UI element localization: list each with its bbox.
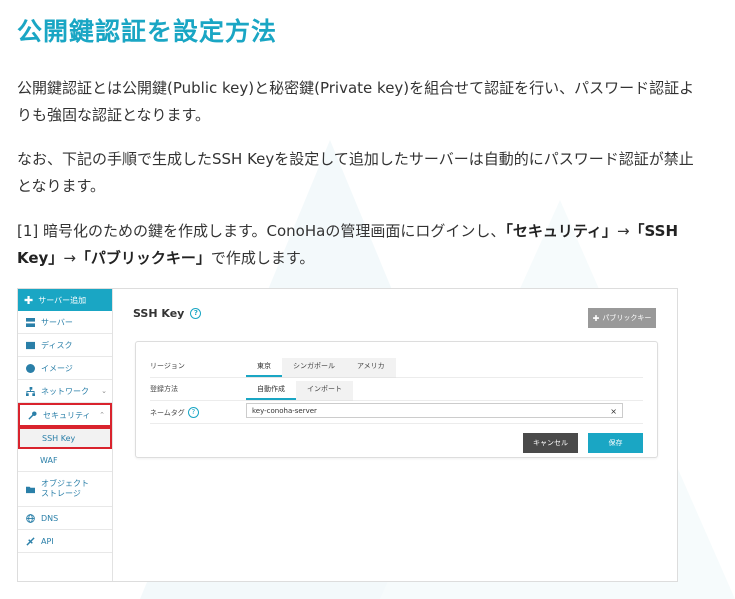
tab-region-america[interactable]: アメリカ	[346, 358, 396, 377]
panel-title: SSH Key ?	[133, 307, 202, 320]
folder-icon	[26, 486, 35, 493]
region-tabs: 東京 シンガポール アメリカ	[246, 358, 396, 378]
add-public-key-button[interactable]: ✚ パブリックキー	[588, 308, 656, 328]
sidebar-item-disk[interactable]: ディスク	[18, 334, 112, 357]
emphasis-publickey: 「パブリックキー」	[75, 249, 211, 267]
tab-method-import[interactable]: インポート	[296, 381, 353, 400]
plus-icon: ✚	[24, 293, 34, 307]
plus-icon: ✚	[592, 313, 600, 323]
sidebar-item-security[interactable]: セキュリティ ⌃	[18, 403, 112, 427]
sidebar-item-network[interactable]: ネットワーク ⌄	[18, 380, 112, 403]
sidebar-item-ssh-key[interactable]: SSH Key	[18, 427, 112, 449]
sidebar-item-dns[interactable]: DNS	[18, 507, 112, 530]
save-button[interactable]: 保存	[588, 433, 643, 453]
sidebar-item-object-storage[interactable]: オブジェクト ストレージ	[18, 472, 112, 507]
chevron-down-icon: ⌄	[101, 387, 107, 395]
paragraph-intro: 公開鍵認証とは公開鍵(Public key)と秘密鍵(Private key)を…	[17, 79, 695, 124]
method-row: 登録方法 自動作成 インポート	[150, 378, 643, 401]
disk-icon	[26, 341, 35, 349]
add-server-button[interactable]: ✚ サーバー追加	[18, 289, 112, 311]
globe-icon	[26, 513, 35, 523]
help-icon[interactable]: ?	[187, 407, 199, 418]
help-icon[interactable]: ?	[190, 308, 202, 319]
paragraph-step1: [1] 暗号化のための鍵を作成します。ConoHaの管理画面にログインし、「セキ…	[17, 222, 679, 267]
api-icon	[26, 536, 35, 546]
sidebar-item-api[interactable]: API	[18, 530, 112, 553]
chevron-up-icon: ⌃	[99, 411, 105, 419]
image-icon	[26, 363, 35, 373]
ssh-key-form: リージョン 東京 シンガポール アメリカ 登録方法 自動作成 インポート ネーム…	[135, 341, 658, 458]
tab-region-tokyo[interactable]: 東京	[246, 358, 282, 377]
server-icon	[26, 317, 35, 327]
network-icon	[26, 386, 35, 396]
sidebar-item-waf[interactable]: WAF	[18, 449, 112, 472]
method-tabs: 自動作成 インポート	[246, 381, 353, 401]
conoha-screenshot: ✚ サーバー追加 サーバー ディスク イメージ ネットワーク ⌄ セキュリティ …	[17, 288, 678, 582]
nametag-input[interactable]: key-conoha-server ×	[246, 403, 623, 418]
sidebar: ✚ サーバー追加 サーバー ディスク イメージ ネットワーク ⌄ セキュリティ …	[18, 289, 113, 581]
tab-region-singapore[interactable]: シンガポール	[282, 358, 346, 377]
sidebar-item-server[interactable]: サーバー	[18, 311, 112, 334]
nametag-row: ネームタグ ? key-conoha-server ×	[150, 401, 643, 424]
region-row: リージョン 東京 シンガポール アメリカ	[150, 355, 643, 378]
key-icon	[28, 410, 37, 420]
page-title: 公開鍵認証を設定方法	[17, 17, 278, 46]
main-content: SSH Key ? ✚ パブリックキー リージョン 東京 シンガポール アメリカ…	[113, 289, 677, 581]
sidebar-item-image[interactable]: イメージ	[18, 357, 112, 380]
paragraph-note: なお、下記の手順で生成したSSH Keyを設定して追加したサーバーは自動的にパス…	[17, 150, 694, 195]
clear-icon[interactable]: ×	[610, 404, 617, 419]
tab-method-auto[interactable]: 自動作成	[246, 381, 296, 400]
cancel-button[interactable]: キャンセル	[523, 433, 578, 453]
emphasis-security: 「セキュリティ」	[505, 222, 617, 240]
